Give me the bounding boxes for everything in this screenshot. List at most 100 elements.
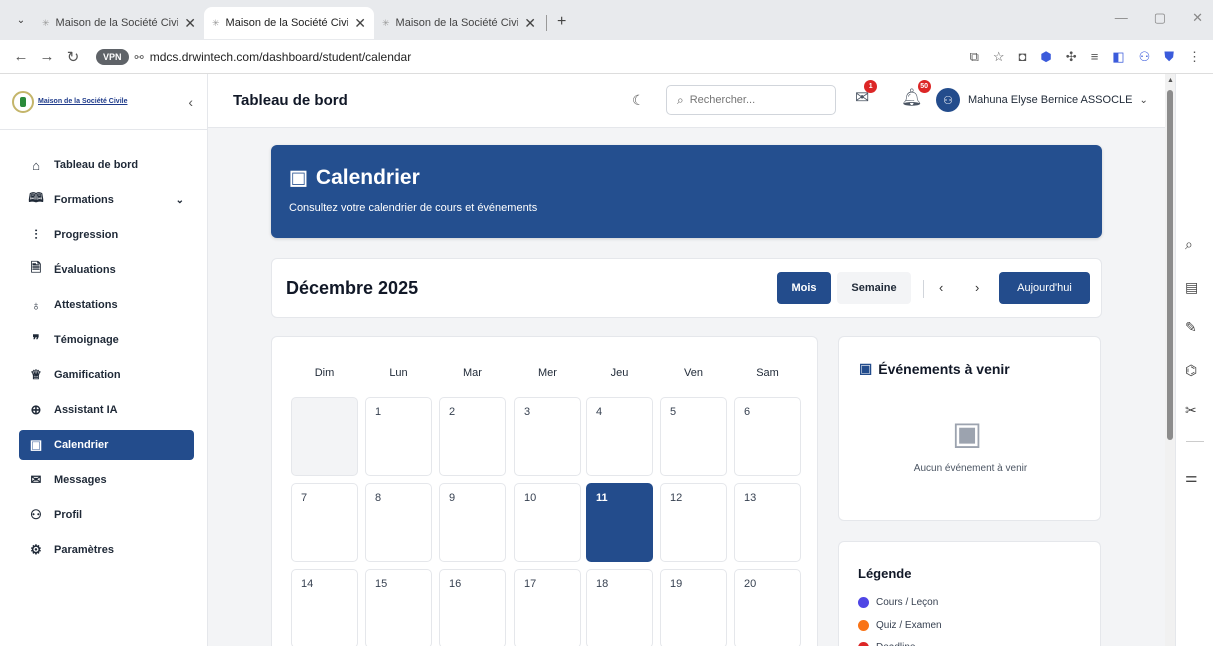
view-week-button[interactable]: Semaine	[837, 272, 911, 304]
sidebar-item-formations[interactable]: 🕮 Formations ⌄	[19, 185, 194, 215]
sidebar-item-temoignage[interactable]: ❞ Témoignage	[19, 325, 194, 355]
sidebar-panel-icon[interactable]: ◧	[1112, 49, 1124, 65]
url-field[interactable]: ⚯ mdcs.drwintech.com/dashboard/student/ca…	[135, 50, 970, 64]
extension-shield-icon[interactable]: ⬢	[1040, 49, 1051, 65]
address-bar: ← → ↻ VPN ⚯ mdcs.drwintech.com/dashboard/…	[0, 40, 1213, 74]
forward-icon[interactable]: →	[34, 48, 60, 65]
minimize-icon[interactable]: —	[1115, 10, 1128, 26]
close-tab-icon[interactable]: ✕	[184, 15, 196, 32]
search-input[interactable]	[689, 94, 810, 106]
extension-video-icon[interactable]: ◘	[1019, 49, 1027, 64]
browser-tab-1[interactable]: ✳ Maison de la Société Civile - Pla ✕	[34, 7, 204, 39]
collapse-sidebar-icon[interactable]: ‹	[188, 94, 193, 110]
search-icon[interactable]: ⌕	[1185, 236, 1193, 253]
reading-list-icon[interactable]: ≡	[1091, 49, 1099, 64]
sidebar-item-profil[interactable]: ⚇ Profil	[19, 500, 194, 530]
calendar-day[interactable]: 14	[291, 569, 358, 646]
calendar-day[interactable]: 8	[365, 483, 432, 562]
scroll-up-icon[interactable]: ▲	[1167, 77, 1174, 84]
user-icon: ⚇	[30, 507, 42, 522]
calendar-day[interactable]: 16	[439, 569, 506, 646]
tab-separator	[546, 15, 547, 31]
legend-label: Quiz / Examen	[876, 620, 942, 631]
favicon-icon: ✳	[382, 17, 390, 28]
calendar-day[interactable]: 5	[660, 397, 727, 476]
day-name-header: Ven	[684, 367, 703, 379]
sidebar-item-evaluations[interactable]: 🗎 Évaluations	[19, 255, 194, 285]
close-tab-icon[interactable]: ✕	[524, 15, 536, 32]
sidebar-item-gamification[interactable]: ♕ Gamification	[19, 360, 194, 390]
quote-icon: ❞	[32, 332, 40, 347]
calendar-day[interactable]: 2	[439, 397, 506, 476]
calendar-day[interactable]: 18	[586, 569, 653, 646]
new-tab-icon[interactable]: +	[557, 13, 566, 31]
bookmark-star-icon[interactable]: ☆	[993, 49, 1005, 65]
logo[interactable]: Maison de la Société Civile	[12, 84, 132, 120]
view-month-button[interactable]: Mois	[777, 272, 831, 304]
scrollbar-thumb[interactable]	[1167, 90, 1173, 440]
calendar-day[interactable]: 20	[734, 569, 801, 646]
day-name-header: Dim	[314, 367, 335, 379]
sidebar-item-progression[interactable]: ⫶ Progression	[19, 220, 194, 250]
close-tab-icon[interactable]: ✕	[354, 15, 366, 32]
calendar-day-empty	[291, 397, 358, 476]
legend-item: Deadline	[858, 642, 915, 646]
calendar-day[interactable]: 15	[365, 569, 432, 646]
sidebar-header: Maison de la Société Civile ‹	[0, 74, 207, 130]
calendar-day[interactable]: 9	[439, 483, 506, 562]
sliders-icon[interactable]: ⚌	[1185, 469, 1198, 486]
browser-menu-icon[interactable]: ⋮	[1188, 49, 1201, 65]
messages-icon[interactable]: ✉ 1	[855, 80, 878, 108]
security-shield-icon[interactable]: ⛊	[1164, 49, 1174, 65]
page-title: Tableau de bord	[233, 92, 348, 109]
site-settings-icon[interactable]: ⚯	[135, 52, 144, 64]
sidebar-item-calendrier[interactable]: ▣ Calendrier	[19, 430, 194, 460]
restore-icon[interactable]: ▢	[1154, 10, 1166, 26]
calculator-icon[interactable]: ▤	[1185, 279, 1198, 296]
sidebar-item-tableau-de-bord[interactable]: ⌂ Tableau de bord	[19, 150, 194, 180]
vpn-badge[interactable]: VPN	[96, 48, 129, 65]
sidebar-item-parametres[interactable]: ⚙ Paramètres	[19, 535, 194, 565]
sidebar-item-assistant-ia[interactable]: ⊕ Assistant IA	[19, 395, 194, 425]
notifications-bell-icon[interactable]: 🔔︎ 50	[901, 80, 931, 108]
calendar-day[interactable]: 17	[514, 569, 581, 646]
user-menu[interactable]: ⚇ Mahuna Elyse Bernice ASSOCLE ⌄	[936, 88, 1148, 112]
install-app-icon[interactable]: ⧉	[970, 49, 979, 65]
events-empty-text: Aucun événement à venir	[913, 463, 1028, 474]
extensions-puzzle-icon[interactable]: ✣	[1066, 49, 1077, 65]
search-box[interactable]: ⌕	[666, 85, 836, 115]
next-month-icon[interactable]: ›	[975, 280, 979, 295]
browser-tab-2[interactable]: ✳ Maison de la Société Civile - Pla ✕	[204, 7, 374, 39]
dark-mode-icon[interactable]: ☾	[632, 92, 645, 109]
calendar-day[interactable]: 3	[514, 397, 581, 476]
logo-mark-icon	[12, 90, 34, 113]
calendar-day[interactable]: 1	[365, 397, 432, 476]
calendar-day[interactable]: 19	[660, 569, 727, 646]
back-icon[interactable]: ←	[8, 48, 34, 65]
sidebar-item-attestations[interactable]: ♁ Attestations	[19, 290, 194, 320]
calendar-day[interactable]: 7	[291, 483, 358, 562]
edit-note-icon[interactable]: ✎	[1185, 319, 1197, 336]
previous-month-icon[interactable]: ‹	[939, 280, 943, 295]
game-controller-icon[interactable]: ⌬	[1185, 362, 1197, 379]
sidebar-item-label: Profil	[54, 509, 83, 521]
chevron-down-icon[interactable]: ⌄	[176, 195, 184, 206]
calendar-day-today[interactable]: 11	[586, 483, 653, 562]
profile-icon[interactable]: ⚇	[1139, 49, 1151, 65]
calendar-day[interactable]: 4	[586, 397, 653, 476]
browser-tab-3[interactable]: ✳ Maison de la Société Civile - Pla ✕	[374, 7, 544, 39]
sidebar-item-label: Paramètres	[54, 544, 114, 556]
today-button[interactable]: Aujourd'hui	[999, 272, 1090, 304]
calendar-day[interactable]: 10	[514, 483, 581, 562]
tools-icon[interactable]: ✂	[1185, 402, 1197, 419]
tab-search-chevron-icon[interactable]: ⌄	[8, 7, 34, 33]
sidebar-item-label: Gamification	[54, 369, 121, 381]
close-window-icon[interactable]: ✕	[1192, 10, 1203, 26]
reload-icon[interactable]: ↻	[60, 48, 86, 66]
calendar-day[interactable]: 6	[734, 397, 801, 476]
calendar-day[interactable]: 12	[660, 483, 727, 562]
tab-title: Maison de la Société Civile - Pla	[55, 17, 179, 29]
sidebar-item-messages[interactable]: ✉ Messages	[19, 465, 194, 495]
calendar-day[interactable]: 13	[734, 483, 801, 562]
messages-badge: 1	[864, 80, 878, 93]
